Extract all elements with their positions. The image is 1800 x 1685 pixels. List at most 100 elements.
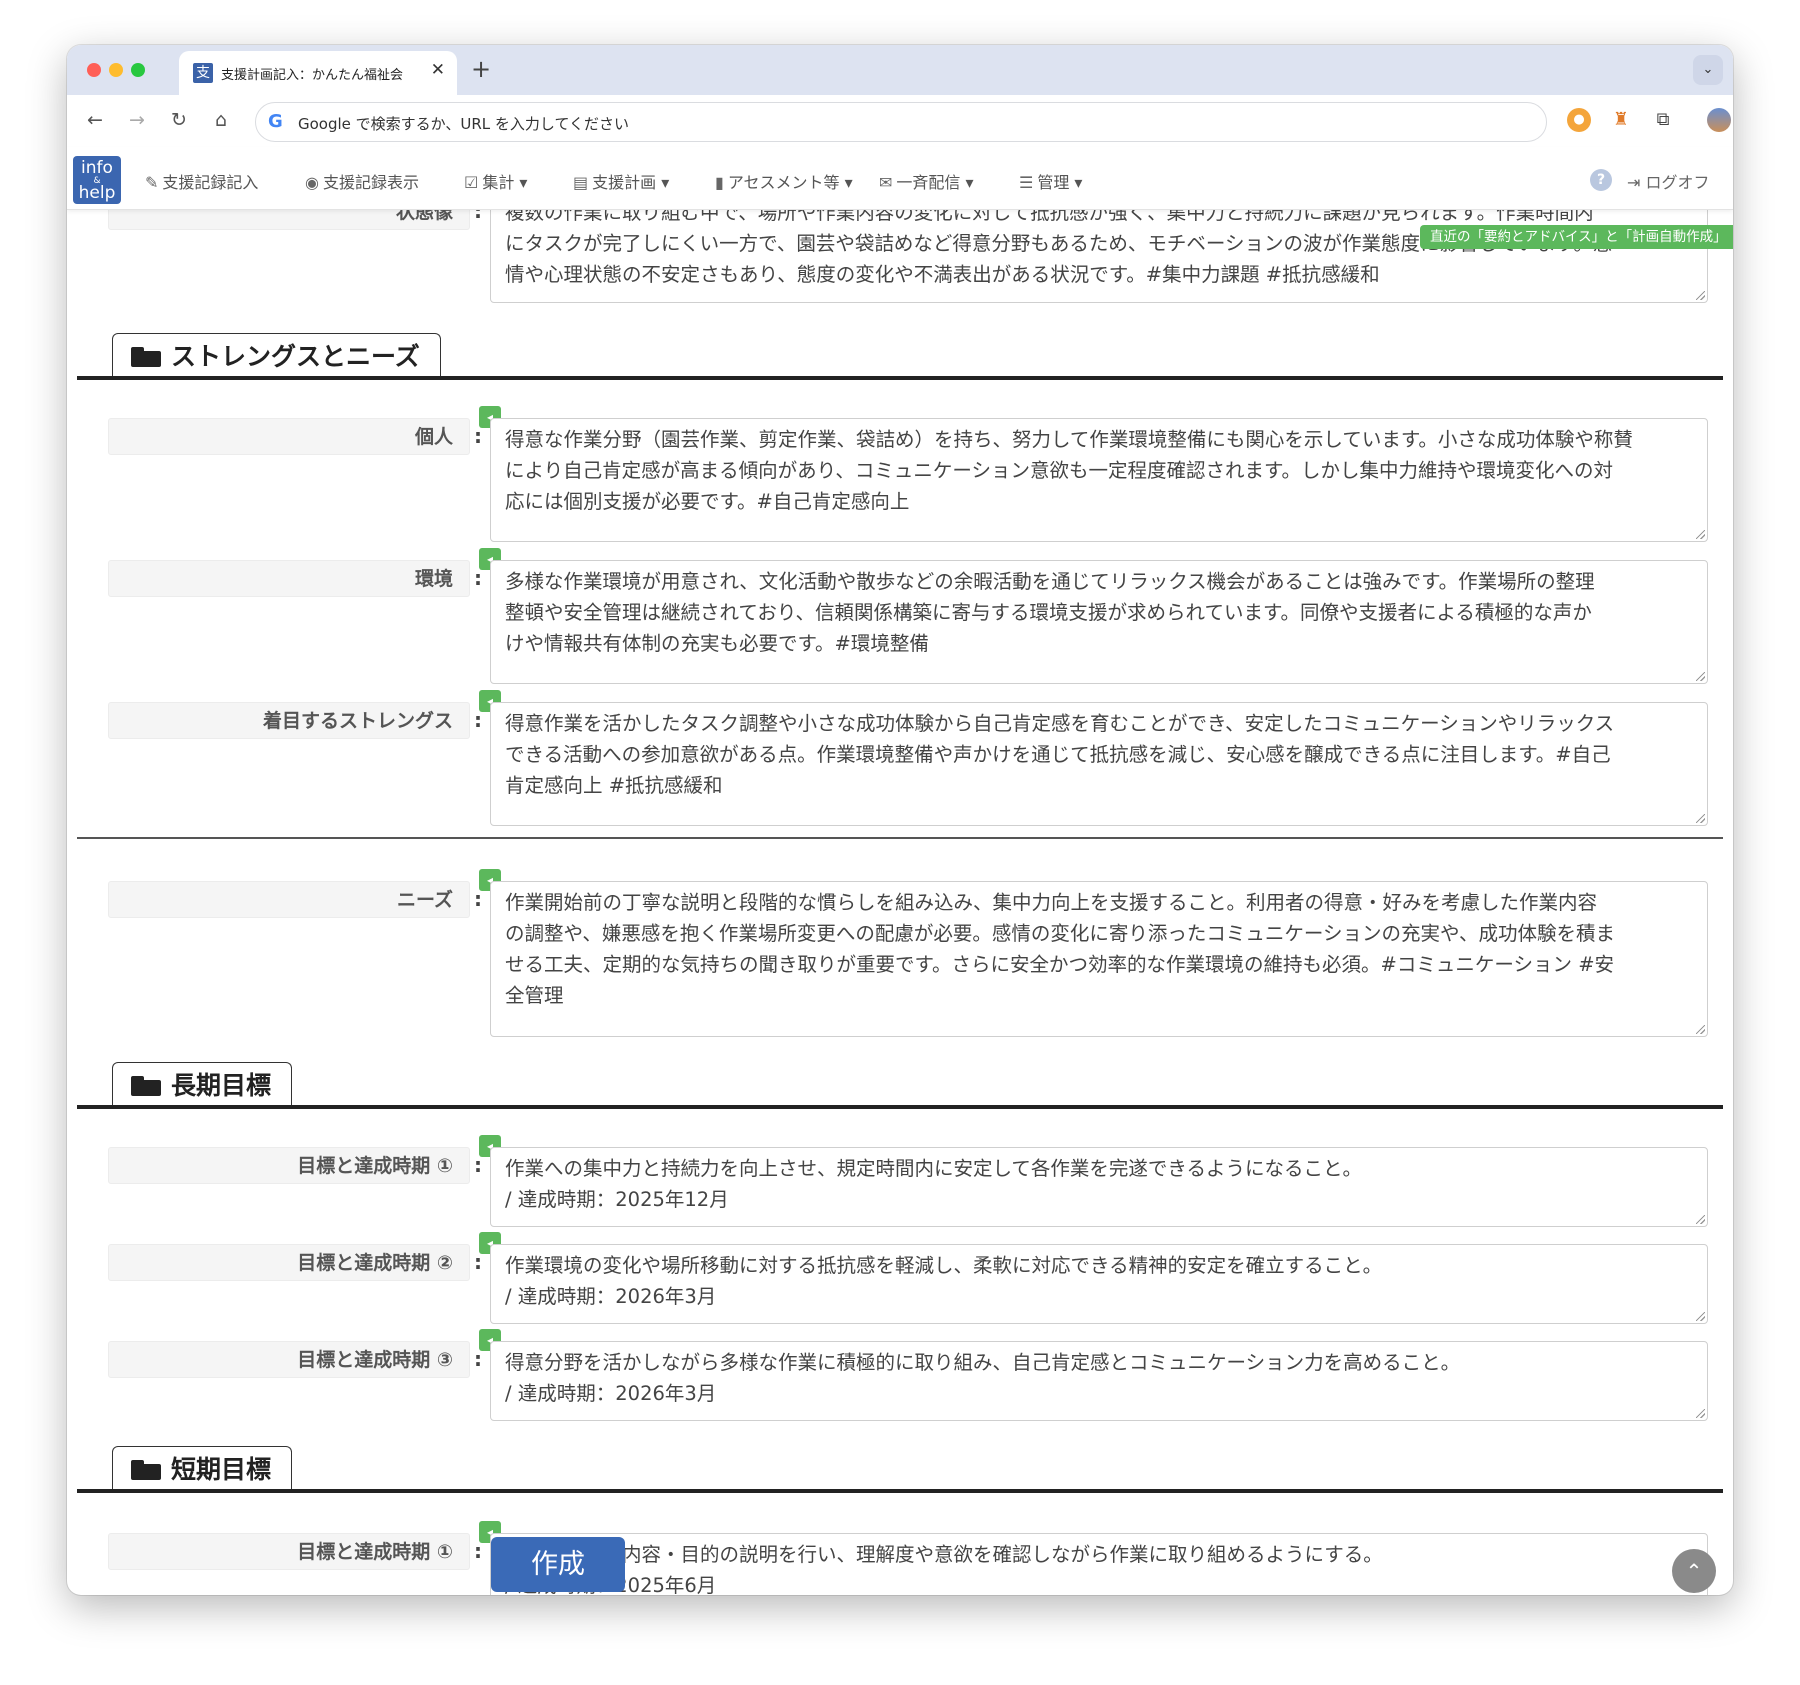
browser-toolbar: ← → ↻ ⌂ G Google で検索するか、URL を入力してください ● … [67,95,1733,147]
text-line: けや情報共有体制の充実も必要です。#環境整備 [505,632,929,655]
resize-handle[interactable] [1696,672,1705,681]
section-divider [77,1105,1723,1109]
text-line: 整頓や安全管理は継続されており、信頼関係構築に寄与する環境支援が求められています… [505,601,1592,624]
browser-tab[interactable]: 支 支援計画記入：かんたん福祉会 ✕ [179,51,457,95]
logo-text-help: help [78,183,116,203]
environment-textarea[interactable]: 多様な作業環境が用意され、文化活動や散歩などの余暇活動を通じてリラックス機会があ… [490,560,1708,684]
google-icon: G [268,111,283,132]
text-line: / 達成時期：2025年6月 [505,1570,1693,1595]
resize-handle[interactable] [1696,1215,1705,1224]
label-colon: : [474,566,482,590]
reload-button[interactable]: ↻ [165,106,193,134]
resize-handle[interactable] [1696,291,1705,300]
tab-search-button[interactable]: ⌄ [1693,55,1723,85]
text-line: 全管理 [505,984,564,1007]
folder-open-icon [131,1076,161,1096]
nav-label: 支援記録表示 [322,173,419,192]
scroll-to-top-icon[interactable]: ⌃ [1672,1549,1716,1593]
label-colon: : [474,887,482,911]
puzzle-icon[interactable]: ⧉ [1651,108,1675,132]
file-icon: ▮ [715,173,724,192]
nav-record-view[interactable]: ◉ 支援記録表示 [305,169,419,193]
tab-bar: 支 支援計画記入：かんたん福祉会 ✕ + ⌄ [67,45,1733,95]
nav-broadcast[interactable]: ✉ 一斉配信 ▾ [879,169,974,193]
tab-close-icon[interactable]: ✕ [431,60,445,80]
text-line: 肯定感向上 #抵抗感緩和 [505,774,723,797]
field-label: 目標と達成時期 ① [108,1147,470,1184]
tab-favicon-icon: 支 [193,63,213,83]
field-label: 目標と達成時期 ① [108,1533,470,1570]
field-label: ニーズ [108,881,470,918]
text-line: / 達成時期：2025年12月 [505,1188,729,1211]
text-line: 多様な作業環境が用意され、文化活動や散歩などの余暇活動を通じてリラックス機会があ… [505,570,1595,593]
nav-record-entry[interactable]: ✎ 支援記録記入 [145,169,258,193]
text-line: 応には個別支援が必要です。#自己肯定感向上 [505,490,910,513]
text-line: 得意作業を活かしたタスク調整や小さな成功体験から自己肯定感を育むことができ、安定… [505,712,1615,735]
nav-label: 支援計画 ▾ [592,173,670,192]
text-line: / 達成時期：2026年3月 [505,1382,717,1405]
text-line: 作業への集中力と持続力を向上させ、規定時間内に安定して各作業を完遂できるようにな… [505,1157,1363,1180]
check-square-icon: ☑ [464,173,479,192]
nav-support-plan[interactable]: ▤ 支援計画 ▾ [573,169,669,193]
long-goal-textarea[interactable]: 得意分野を活かしながら多様な作業に積極的に取り組み、自己肯定感とコミュニケーショ… [490,1341,1708,1421]
list-bullet-icon: ☰ [1019,173,1034,192]
forward-button[interactable]: → [123,106,151,134]
resize-handle[interactable] [1696,1025,1705,1034]
home-button[interactable]: ⌂ [207,106,235,134]
envelope-icon: ✉ [879,173,893,192]
field-label: 状態像 [108,209,470,230]
resize-handle[interactable] [1696,814,1705,823]
section-strengths-needs: ストレングスとニーズ [112,333,441,379]
back-button[interactable]: ← [81,106,109,134]
address-placeholder: Google で検索するか、URL を入力してください [298,115,629,133]
focus-strength-textarea[interactable]: 得意作業を活かしたタスク調整や小さな成功体験から自己肯定感を育むことができ、安定… [490,702,1708,826]
field-label: 環境 [108,560,470,597]
folder-open-icon [131,1460,161,1480]
resize-handle[interactable] [1696,1409,1705,1418]
ext-orange-icon[interactable]: ● [1567,108,1591,132]
text-line: できる活動への参加意欲がある点。作業環境整備や声かけを通じて抵抗感を減じ、安心感… [505,743,1611,766]
info-help-logo[interactable]: info & help [73,156,121,204]
app-navbar: info & help ✎ 支援記録記入 ◉ 支援記録表示 ☑ 集計 ▾ ▤ 支援計画 … [67,147,1733,210]
create-button[interactable]: 作成 [491,1537,625,1592]
nav-aggregate[interactable]: ☑ 集計 ▾ [464,169,527,193]
logout-link[interactable]: ⇥ ログオフ [1627,169,1710,193]
address-bar[interactable]: G Google で検索するか、URL を入力してください [255,102,1547,142]
profile-avatar[interactable] [1707,108,1731,132]
help-icon[interactable]: ? [1590,169,1612,191]
resize-handle[interactable] [1696,1312,1705,1321]
close-window-button[interactable] [87,63,101,77]
long-goal-textarea[interactable]: 作業環境の変化や場所移動に対する抵抗感を軽減し、柔軟に対応できる精神的安定を確立… [490,1244,1708,1324]
needs-textarea[interactable]: 作業開始前の丁寧な説明と段階的な慣らしを組み込み、集中力向上を支援すること。利用… [490,881,1708,1037]
label-colon: : [474,708,482,732]
label-colon: : [474,1539,482,1563]
label-colon: : [474,1250,482,1274]
minimize-window-button[interactable] [109,63,123,77]
long-goal-textarea[interactable]: 作業への集中力と持続力を向上させ、規定時間内に安定して各作業を完遂できるようにな… [490,1147,1708,1227]
short-goal-textarea[interactable]: 作業前に作業内容・目的の説明を行い、理解度や意欲を確認しながら作業に取り組めるよ… [490,1533,1708,1595]
nav-admin[interactable]: ☰ 管理 ▾ [1019,169,1082,193]
folder-open-icon [131,347,161,367]
text-line: の調整や、嫌悪感を抱く作業場所変更への配慮が必要。感情の変化に寄り添ったコミュニ… [505,922,1615,945]
summary-advice-badge[interactable]: 直近の「要約とアドバイス」と「計画自動作成」 [1420,225,1733,249]
ext-figure-icon[interactable]: ♜ [1609,108,1633,132]
label-colon: : [474,209,482,223]
field-label: 個人 [108,418,470,455]
section-divider [77,1489,1723,1493]
logo-text-info: info [81,158,113,178]
personal-textarea[interactable]: 得意な作業分野（園芸作業、剪定作業、袋詰め）を持ち、努力して作業環境整備にも関心… [490,418,1708,542]
nav-assessment[interactable]: ▮ アセスメント等 ▾ [715,169,853,193]
text-line: / 達成時期：2026年3月 [505,1285,717,1308]
status-textarea[interactable]: 複数の作業に取り組む中で、場所や作業内容の変化に対して抵抗感が強く、集中力と持続… [490,209,1708,303]
browser-window: 支 支援計画記入：かんたん福祉会 ✕ + ⌄ ← → ↻ ⌂ G Google … [67,45,1733,1595]
text-line: 作業前に作業内容・目的の説明を行い、理解度や意欲を確認しながら作業に取り組めるよ… [505,1543,1383,1566]
text-line: 作業開始前の丁寧な説明と段階的な慣らしを組み込み、集中力向上を支援すること。利用… [505,891,1598,914]
zoom-window-button[interactable] [131,63,145,77]
field-label: 着目するストレングス [108,702,470,739]
label-colon: : [474,1347,482,1371]
new-tab-button[interactable]: + [471,55,491,83]
label-colon: : [474,1153,482,1177]
label-colon: : [474,424,482,448]
section-short-term: 短期目標 [112,1446,293,1492]
resize-handle[interactable] [1696,530,1705,539]
